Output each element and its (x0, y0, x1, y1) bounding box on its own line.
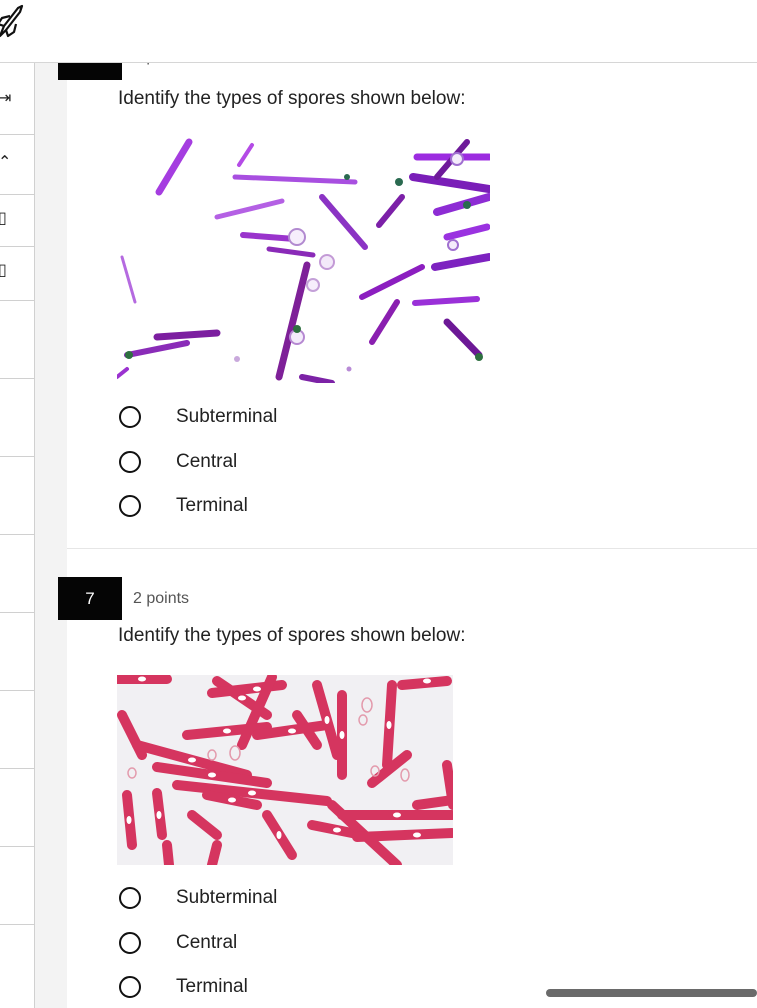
answer-option[interactable]: Central (118, 447, 237, 477)
bookmark-icon[interactable]: ▯ (0, 260, 7, 279)
spore-image-purple (117, 137, 490, 383)
chevron-icon[interactable]: ⌃ (0, 152, 11, 171)
rail-item[interactable] (0, 846, 34, 925)
top-bar (0, 0, 757, 63)
radio-button[interactable] (119, 495, 141, 517)
rail-item[interactable] (0, 378, 34, 457)
answer-option[interactable]: Subterminal (118, 402, 277, 432)
option-label: Central (176, 451, 238, 472)
option-label: Subterminal (176, 887, 278, 908)
answer-option[interactable]: Central (118, 928, 237, 958)
rail-item[interactable]: ⇥ (0, 62, 34, 135)
option-label: Terminal (176, 495, 248, 516)
rail-item[interactable] (0, 690, 34, 769)
option-label: Subterminal (176, 406, 278, 427)
collapse-icon[interactable]: ⇥ (0, 88, 11, 107)
question-divider (67, 548, 757, 549)
rail-item[interactable] (0, 300, 34, 379)
radio-button[interactable] (119, 932, 141, 954)
spore-image-pink (117, 675, 453, 865)
rocket-icon[interactable] (0, 2, 26, 42)
horizontal-scrollbar[interactable] (546, 989, 757, 997)
rail-item[interactable]: ▯ (0, 246, 34, 301)
rail-item[interactable] (0, 456, 34, 535)
left-rail: ⇥ ⌃ ▯ ▯ (0, 62, 35, 1008)
rail-item[interactable]: ⌃ (0, 134, 34, 195)
answer-option[interactable]: Terminal (118, 491, 248, 521)
rail-item[interactable]: ▯ (0, 194, 34, 247)
question-text: Identify the types of spores shown below… (118, 88, 466, 109)
radio-button[interactable] (119, 451, 141, 473)
points-label: 2 points (133, 590, 190, 607)
left-gutter (35, 62, 67, 1008)
rail-item[interactable] (0, 768, 34, 847)
question-number-badge: 7 (58, 577, 122, 620)
rail-item[interactable] (0, 612, 34, 691)
radio-button[interactable] (119, 976, 141, 998)
bookmark-icon[interactable]: ▯ (0, 208, 7, 227)
option-label: Terminal (176, 976, 248, 997)
radio-button[interactable] (119, 887, 141, 909)
answer-option[interactable]: Terminal (118, 972, 248, 1002)
question-text: Identify the types of spores shown below… (118, 625, 466, 646)
answer-option[interactable]: Subterminal (118, 883, 277, 913)
option-label: Central (176, 932, 238, 953)
rail-item[interactable] (0, 534, 34, 613)
radio-button[interactable] (119, 406, 141, 428)
